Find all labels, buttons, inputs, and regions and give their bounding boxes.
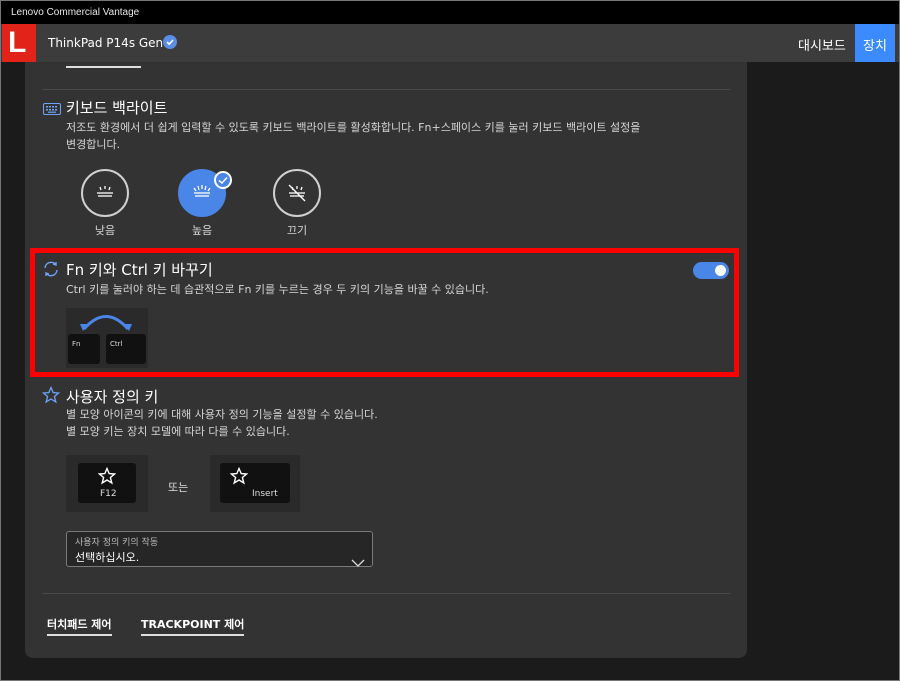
backlight-off-button[interactable] bbox=[273, 169, 321, 217]
backlight-desc-line2: 변경합니다. bbox=[66, 138, 121, 151]
ctrl-key: Ctrl bbox=[106, 334, 146, 364]
or-text: 또는 bbox=[168, 481, 189, 494]
dropdown-caption: 사용자 정의 키의 작동 bbox=[75, 538, 159, 548]
backlight-high-label: 높음 bbox=[191, 224, 213, 237]
fn-key-label: Fn bbox=[72, 340, 81, 348]
app-header: L ThinkPad P14s Gen 3 대시보드 장치 bbox=[1, 24, 899, 62]
touchpad-control-link[interactable]: 터치패드 제어 bbox=[47, 616, 112, 636]
f12-key-label: F12 bbox=[100, 489, 117, 499]
chevron-down-icon bbox=[351, 552, 365, 571]
divider bbox=[42, 89, 730, 90]
keyboard-icon bbox=[43, 100, 61, 119]
nav-device[interactable]: 장치 bbox=[855, 24, 895, 62]
trackpoint-control-link[interactable]: TRACKPOINT 제어 bbox=[141, 616, 245, 636]
custom-key-description: 별 모양 아이콘의 키에 대해 사용자 정의 기능을 설정할 수 있습니다. 별… bbox=[66, 406, 686, 440]
f12-key-illustration: F12 bbox=[66, 455, 148, 512]
touchpad-control-label: 터치패드 제어 bbox=[47, 618, 112, 631]
toggle-knob bbox=[715, 265, 726, 276]
lenovo-logo[interactable]: L bbox=[2, 24, 36, 62]
fn-ctrl-swap-illustration: Fn Ctrl bbox=[66, 308, 148, 368]
verified-check-icon bbox=[163, 35, 177, 49]
insert-key-label: Insert bbox=[252, 489, 278, 499]
device-name: ThinkPad P14s Gen 3 bbox=[48, 36, 175, 50]
title-bar: Lenovo Commercial Vantage bbox=[1, 1, 899, 24]
trackpoint-control-label: TRACKPOINT 제어 bbox=[141, 618, 245, 631]
swap-icon bbox=[42, 260, 60, 282]
custom-key-desc-line2: 별 모양 키는 장치 모델에 따라 다를 수 있습니다. bbox=[66, 425, 290, 438]
dropdown-value: 선택하십시오. bbox=[75, 551, 140, 564]
custom-key-desc-line1: 별 모양 아이콘의 키에 대해 사용자 정의 기능을 설정할 수 있습니다. bbox=[66, 408, 378, 421]
backlight-low-button[interactable] bbox=[81, 169, 129, 217]
star-icon bbox=[41, 385, 61, 408]
backlight-desc-line1: 저조도 환경에서 더 쉽게 입력할 수 있도록 키보드 백라이트를 활성화합니다… bbox=[66, 121, 641, 134]
backlight-off-label: 끄기 bbox=[286, 224, 308, 237]
custom-key-action-dropdown[interactable]: 사용자 정의 키의 작동 선택하십시오. bbox=[66, 531, 373, 567]
window-title: Lenovo Commercial Vantage bbox=[11, 7, 140, 18]
logo-letter: L bbox=[8, 26, 27, 59]
backlight-title: 키보드 백라이트 bbox=[66, 99, 168, 117]
fn-key: Fn bbox=[68, 334, 100, 364]
custom-key-title: 사용자 정의 키 bbox=[66, 388, 159, 406]
backlight-low-label: 낮음 bbox=[94, 224, 116, 237]
top-link-remnant[interactable] bbox=[66, 62, 141, 69]
insert-key: Insert bbox=[220, 463, 290, 503]
nav-dashboard[interactable]: 대시보드 bbox=[798, 35, 846, 54]
nav-device-label: 장치 bbox=[863, 39, 887, 54]
fn-ctrl-description: Ctrl 키를 눌러야 하는 데 습관적으로 Fn 키를 누르는 경우 두 키의… bbox=[66, 283, 489, 296]
ctrl-key-label: Ctrl bbox=[110, 340, 123, 348]
f12-key: F12 bbox=[78, 463, 136, 503]
selected-check-icon bbox=[214, 171, 232, 189]
fn-ctrl-toggle[interactable] bbox=[693, 262, 729, 279]
insert-key-illustration: Insert bbox=[210, 455, 300, 512]
fn-ctrl-title: Fn 키와 Ctrl 키 바꾸기 bbox=[66, 261, 213, 279]
backlight-description: 저조도 환경에서 더 쉽게 입력할 수 있도록 키보드 백라이트를 활성화합니다… bbox=[66, 119, 706, 153]
divider bbox=[42, 593, 730, 594]
